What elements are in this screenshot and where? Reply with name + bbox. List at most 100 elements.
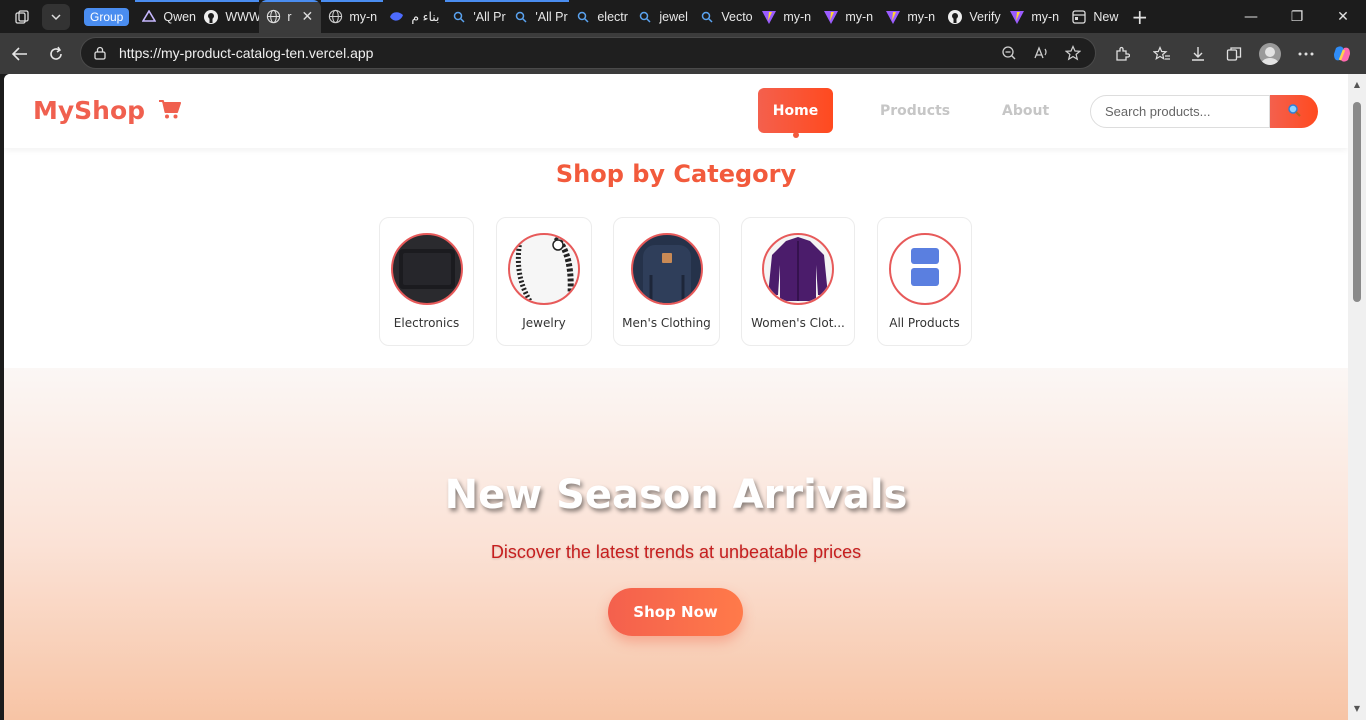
hero-subtitle: Discover the latest trends at unbeatable…: [490, 542, 862, 562]
browser-tab[interactable]: my-n: [879, 0, 941, 33]
new-tab-plus-icon[interactable]: +: [1131, 5, 1148, 29]
vite-icon: [1009, 9, 1025, 25]
scrollbar-thumb[interactable]: [1353, 102, 1361, 302]
tab-label: Verify: [969, 9, 1001, 24]
tab-label: Qwen: [163, 9, 197, 24]
tab-label: electr: [597, 9, 628, 24]
profile-avatar[interactable]: [1252, 36, 1288, 72]
workspaces-icon[interactable]: [8, 4, 36, 30]
tab-label: Vecto: [721, 9, 753, 24]
newtab-icon: [1071, 9, 1087, 25]
zoom-icon[interactable]: [997, 41, 1021, 65]
browser-tab[interactable]: Verify: [941, 0, 1003, 33]
nav-products[interactable]: Products: [862, 88, 968, 133]
globe-icon: [327, 9, 343, 25]
category-label: Women's Clot...: [751, 316, 845, 330]
category-image-electronics: [390, 233, 463, 305]
shopping-cart-icon[interactable]: [159, 96, 182, 125]
refresh-icon[interactable]: [38, 36, 74, 72]
browser-tab[interactable]: New: [1065, 0, 1123, 33]
favorites-icon[interactable]: [1144, 36, 1180, 72]
search-icon: [1287, 103, 1301, 120]
avatar: [1259, 42, 1281, 65]
page-scrollbar[interactable]: ▲ ▼: [1348, 74, 1366, 720]
deepseek-icon: [389, 9, 405, 25]
category-image-mens-clothing: [630, 233, 703, 305]
page-viewport: MyShop Home Products About Shop by Categ…: [4, 74, 1348, 720]
category-card-jewelry[interactable]: Jewelry: [496, 217, 592, 346]
tab-label: my-n: [349, 9, 378, 24]
copilot-icon[interactable]: [1324, 36, 1360, 72]
favorite-star-icon[interactable]: [1061, 41, 1085, 65]
browser-tab[interactable]: my-n: [755, 0, 817, 33]
more-menu-icon[interactable]: [1288, 36, 1324, 72]
restore-icon[interactable]: ❐: [1274, 0, 1320, 33]
tab-label: 'All Pr: [535, 9, 568, 24]
search-form: [1090, 95, 1318, 128]
browser-tab[interactable]: my-n: [817, 0, 879, 33]
search-input[interactable]: [1090, 95, 1270, 128]
search-icon: [575, 9, 591, 25]
downloads-icon[interactable]: [1180, 36, 1216, 72]
address-bar[interactable]: https://my-product-catalog-ten.vercel.ap…: [80, 37, 1096, 69]
category-image-jewelry: [508, 233, 580, 305]
browser-tab[interactable]: WWW: [197, 0, 260, 33]
scroll-down-arrow-icon[interactable]: ▼: [1352, 704, 1362, 714]
close-tab-icon[interactable]: ✕: [302, 8, 314, 25]
tab-label: 'All Pr: [473, 9, 506, 24]
tab-label: my-n: [907, 9, 936, 24]
browser-tab[interactable]: بناء م: [383, 0, 445, 33]
tab-label: my-n: [1031, 9, 1060, 24]
browser-toolbar-actions: [1104, 33, 1360, 74]
scroll-up-arrow-icon[interactable]: ▲: [1352, 80, 1362, 90]
search-icon: [451, 9, 467, 25]
browser-tab[interactable]: 'All Pr: [445, 0, 508, 33]
window-controls: — ❐ ✕: [1228, 0, 1366, 33]
tab-label: my-n: [845, 9, 874, 24]
logo-text: MyShop: [33, 96, 146, 125]
tab-label: New: [1093, 9, 1119, 24]
vite-icon: [761, 9, 777, 25]
categories-heading: Shop by Category: [555, 160, 797, 188]
browser-tab[interactable]: 'All Pr: [507, 0, 570, 33]
shop-now-button[interactable]: Shop Now: [608, 588, 743, 636]
back-arrow-icon[interactable]: [2, 36, 38, 72]
browser-tab[interactable]: jewel: [631, 0, 693, 33]
category-card-electronics[interactable]: Electronics: [379, 217, 474, 346]
github-icon: [947, 9, 963, 25]
category-card-mens-clothing[interactable]: Men's Clothing: [613, 217, 720, 346]
search-icon: [699, 9, 715, 25]
category-label: Electronics: [393, 316, 460, 330]
browser-tab[interactable]: electr: [569, 0, 631, 33]
hero-title: New Season Arrivals: [444, 472, 908, 518]
browser-tab[interactable]: my-n: [1003, 0, 1065, 33]
minimize-icon[interactable]: —: [1228, 0, 1274, 33]
tab-label: jewel: [659, 9, 688, 24]
category-card-womens-clothing[interactable]: Women's Clot...: [741, 217, 855, 346]
category-label: All Products: [889, 316, 960, 330]
close-window-icon[interactable]: ✕: [1320, 0, 1366, 33]
browser-tab-active[interactable]: r ✕: [259, 0, 322, 33]
nav-about[interactable]: About: [984, 88, 1067, 133]
vite-icon: [885, 9, 901, 25]
browser-tab[interactable]: Vecto: [693, 0, 755, 33]
tab-label: my-n: [783, 9, 812, 24]
tab-label: بناء م: [411, 10, 440, 24]
url-text: https://my-product-catalog-ten.vercel.ap…: [119, 45, 374, 61]
collections-icon[interactable]: [1216, 36, 1252, 72]
browser-tab[interactable]: my-n: [321, 0, 384, 33]
category-label: Jewelry: [522, 316, 566, 330]
tab-actions-chevron-icon[interactable]: [42, 3, 70, 30]
extensions-icon[interactable]: [1104, 36, 1140, 72]
search-button[interactable]: [1270, 95, 1318, 128]
browser-toolbar: https://my-product-catalog-ten.vercel.ap…: [0, 33, 1366, 74]
browser-tab[interactable]: Qwen: [135, 0, 198, 33]
site-logo[interactable]: MyShop: [33, 96, 182, 125]
site-header: MyShop Home Products About: [4, 74, 1348, 148]
site-info-lock-icon[interactable]: [93, 46, 107, 60]
all-products-icon: [910, 248, 939, 290]
nav-home[interactable]: Home: [758, 88, 833, 133]
category-card-all-products[interactable]: All Products: [877, 217, 972, 346]
read-aloud-icon[interactable]: [1029, 41, 1053, 65]
tab-group-chip[interactable]: Group: [84, 7, 130, 26]
